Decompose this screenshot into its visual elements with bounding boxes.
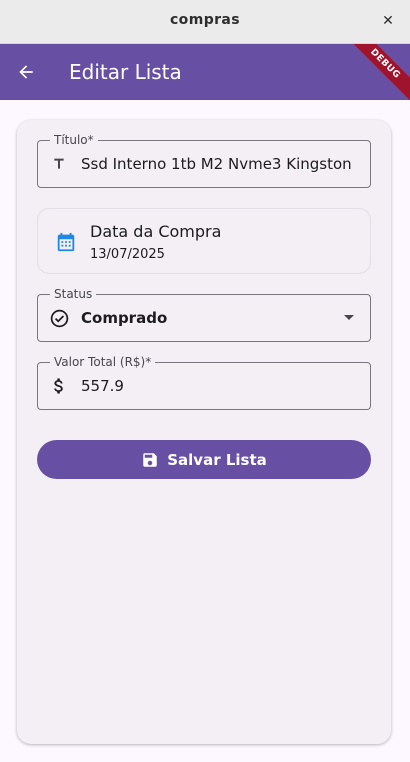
debug-banner: DEBUG (340, 44, 410, 100)
save-icon (141, 451, 159, 469)
dollar-icon (48, 375, 70, 397)
app-bar: Editar Lista DEBUG (0, 44, 410, 100)
date-value: 13/07/2025 (90, 247, 165, 262)
calendar-icon (55, 231, 77, 253)
window-titlebar: compras ✕ (0, 0, 410, 44)
status-dropdown[interactable]: Status Comprado (37, 286, 371, 342)
date-picker[interactable]: Data da Compra 13/07/2025 (37, 208, 371, 274)
title-t-icon (48, 153, 70, 175)
chevron-down-icon (344, 315, 354, 320)
save-button-label: Salvar Lista (167, 450, 267, 469)
arrow-left-icon[interactable] (12, 58, 40, 86)
total-value-field[interactable]: Valor Total (R$)* 557.9 (37, 354, 371, 410)
form-card: Título* Ssd Interno 1tb M2 Nvme3 Kingsto… (17, 120, 391, 744)
status-value: Comprado (81, 309, 168, 327)
page-title: Editar Lista (69, 60, 182, 84)
close-icon[interactable]: ✕ (378, 11, 398, 31)
date-title: Data da Compra (90, 222, 222, 241)
window-title: compras (169, 12, 240, 28)
title-field[interactable]: Título* Ssd Interno 1tb M2 Nvme3 Kingsto… (37, 132, 371, 188)
check-circle-icon (48, 307, 70, 329)
title-input[interactable]: Ssd Interno 1tb M2 Nvme3 Kingston (81, 141, 360, 187)
save-list-button[interactable]: Salvar Lista (37, 440, 371, 479)
total-value-input[interactable]: 557.9 (81, 363, 360, 409)
